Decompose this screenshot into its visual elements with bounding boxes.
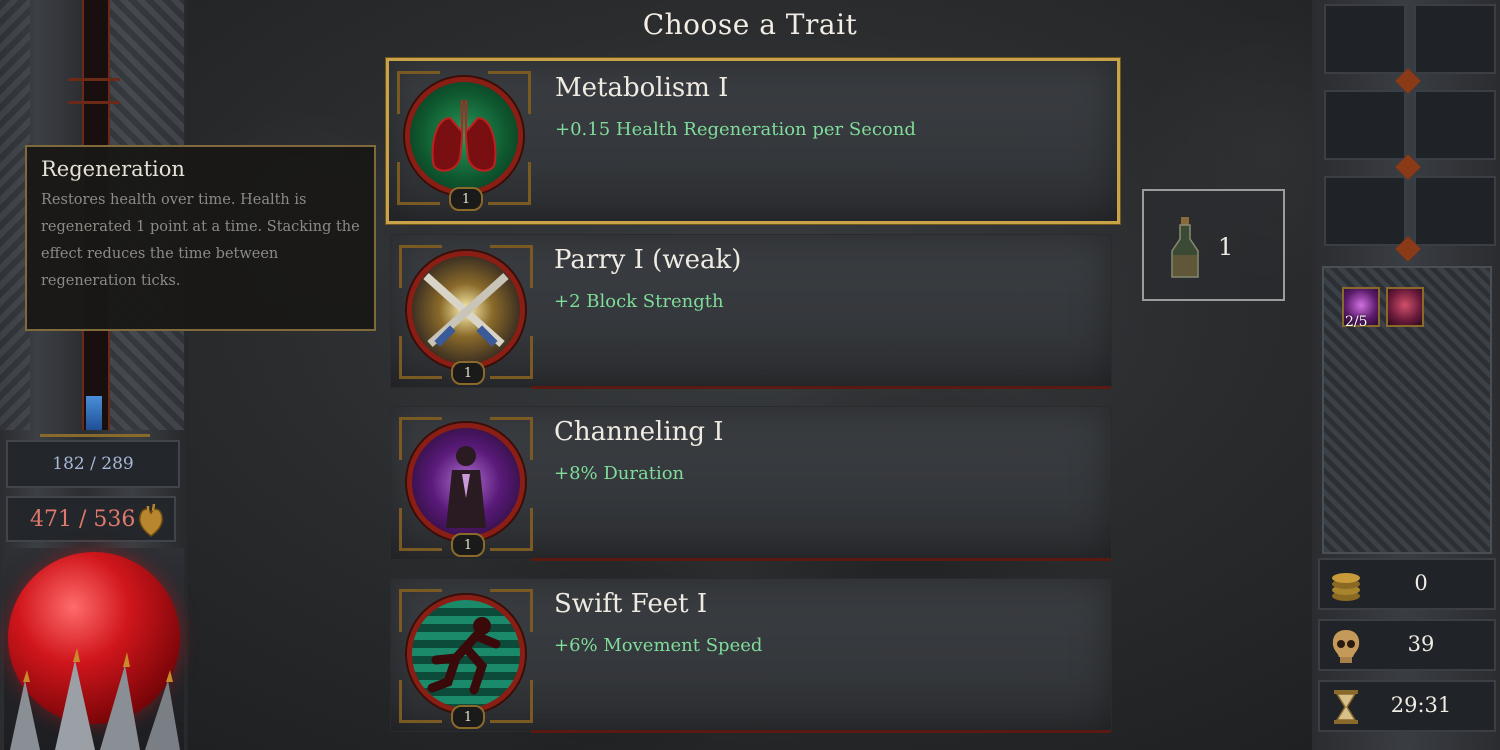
- trait-level-badge: 1: [451, 533, 485, 557]
- health-readout: 471 / 536: [6, 496, 176, 542]
- running-figure-glyph: [427, 617, 501, 695]
- trait-card-metabolism[interactable]: 1 Metabolism I +0.15 Health Regeneration…: [386, 58, 1120, 224]
- regeneration-tooltip: Regeneration Restores health over time. …: [25, 145, 376, 331]
- card-edge: [531, 386, 1111, 389]
- crossed-swords-icon: [407, 251, 525, 369]
- trait-effect: +6% Movement Speed: [554, 635, 763, 656]
- inventory-slot[interactable]: [1324, 176, 1406, 246]
- crossed-swords-glyph: [423, 273, 509, 347]
- gold-counter: 0: [1318, 558, 1496, 610]
- trait-card-swift-feet[interactable]: 1 Swift Feet I +6% Movement Speed: [390, 578, 1112, 733]
- bar-clip: [68, 78, 120, 104]
- card-edge: [531, 730, 1111, 733]
- hourglass-icon: [1334, 690, 1358, 724]
- anatomical-heart-icon: [139, 503, 163, 537]
- inventory-grid: [1318, 0, 1498, 262]
- trait-name: Channeling I: [554, 417, 724, 447]
- red-demon-buff-icon[interactable]: [1386, 287, 1424, 327]
- trait-card-parry[interactable]: 1 Parry I (weak) +2 Block Strength: [390, 234, 1112, 389]
- skull-icon: [1332, 630, 1360, 663]
- bar-ornament-cap: [40, 388, 150, 437]
- potion-count: 1: [1218, 233, 1234, 261]
- trait-icon-frame: 1: [399, 589, 533, 729]
- trait-level-badge: 1: [451, 705, 485, 729]
- tooltip-description: Restores health over time. Health is reg…: [41, 192, 360, 289]
- inventory-slot[interactable]: [1324, 4, 1406, 74]
- trait-card-channeling[interactable]: 1 Channeling I +8% Duration: [390, 406, 1112, 561]
- inventory-slot[interactable]: [1414, 90, 1496, 160]
- running-figure-icon: [407, 595, 525, 713]
- mana-value: 182 / 289: [52, 454, 134, 474]
- trait-effect: +8% Duration: [554, 463, 685, 484]
- potion-bottle-icon: [1171, 217, 1199, 278]
- timer-value: 29:31: [1390, 693, 1452, 717]
- mana-readout: 182 / 289: [6, 440, 180, 488]
- health-value: 471 / 536: [30, 506, 136, 532]
- potion-slot[interactable]: 1: [1142, 189, 1285, 301]
- kill-count: 39: [1407, 632, 1435, 656]
- screen-title: Choose a Trait: [642, 8, 858, 41]
- trait-icon-frame: 1: [399, 245, 533, 385]
- gold-coins-icon: [1332, 573, 1360, 601]
- trait-effect: +0.15 Health Regeneration per Second: [555, 119, 916, 140]
- inventory-slot[interactable]: [1414, 4, 1496, 74]
- trait-name: Metabolism I: [555, 73, 729, 103]
- inventory-slot[interactable]: [1324, 90, 1406, 160]
- trait-icon-frame: 1: [399, 417, 533, 557]
- trait-name: Parry I (weak): [554, 245, 742, 275]
- gold-value: 0: [1414, 571, 1428, 595]
- buff-stack-count: 2/5: [1345, 314, 1368, 330]
- lungs-glyph: [431, 100, 497, 172]
- tooltip-title: Regeneration: [41, 157, 185, 181]
- kill-counter: 39: [1318, 619, 1496, 671]
- trait-name: Swift Feet I: [554, 589, 708, 619]
- inventory-slot[interactable]: [1414, 176, 1496, 246]
- timer-display: 29:31: [1318, 680, 1496, 732]
- meditating-figure-icon: [407, 423, 525, 541]
- trait-icon-frame: 1: [397, 71, 531, 211]
- lungs-icon: [405, 77, 523, 195]
- meditating-figure-glyph: [446, 446, 486, 528]
- card-edge: [531, 558, 1111, 561]
- claw-holder-icon: [10, 648, 180, 750]
- trait-level-badge: 1: [451, 361, 485, 385]
- trait-level-badge: 1: [449, 187, 483, 211]
- trait-effect: +2 Block Strength: [554, 291, 724, 312]
